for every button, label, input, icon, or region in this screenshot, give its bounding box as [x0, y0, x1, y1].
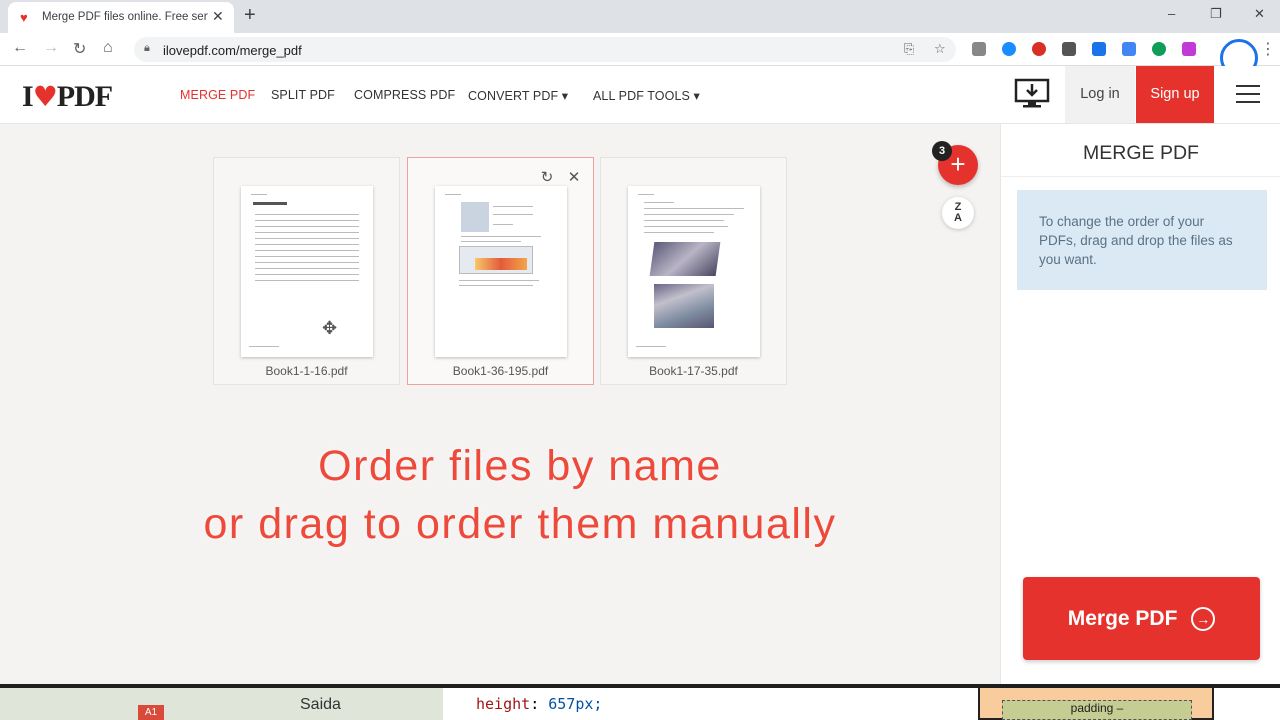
translate-icon[interactable]: ⎘ — [904, 41, 914, 57]
box-model-window: padding – — [958, 688, 1280, 720]
nav-compress-pdf[interactable]: COMPRESS PDF — [354, 88, 455, 102]
overlay-caption-line2: or drag to order them manually — [203, 500, 837, 548]
css-value: 657px; — [548, 695, 603, 713]
file-card[interactable]: Book1-17-35.pdf — [600, 157, 787, 385]
file-count-badge: 3 — [932, 141, 952, 161]
tab-close-icon[interactable]: ✕ — [212, 8, 224, 25]
box-model-padding: padding – — [1002, 700, 1192, 720]
sidebar: MERGE PDF To change the order of your PD… — [1000, 124, 1280, 684]
signup-button[interactable]: Sign up — [1136, 66, 1214, 123]
sort-a-label: A — [954, 212, 962, 224]
pdf-page-thumbnail — [241, 186, 373, 357]
map-route-pin: A1 — [138, 705, 164, 720]
sidebar-divider — [1001, 176, 1280, 177]
url-text: ilovepdf.com/merge_pdf — [163, 43, 302, 58]
minimize-button[interactable]: – — [1168, 6, 1175, 21]
back-arrow-icon[interactable]: ← — [12, 39, 28, 57]
nav-merge-pdf[interactable]: MERGE PDF — [180, 88, 255, 102]
pdf-page-thumbnail — [628, 186, 760, 357]
address-bar[interactable]: 🔒︎ ilovepdf.com/merge_pdf ⎘ ☆ — [134, 37, 956, 62]
rotate-icon[interactable]: ↻ — [536, 168, 558, 190]
file-card[interactable]: ✥ Book1-1-16.pdf — [213, 157, 400, 385]
shield-extension-icon[interactable] — [1062, 42, 1076, 56]
d-extension-icon[interactable] — [1182, 42, 1196, 56]
code-editor-window: height: 657px; — [443, 688, 958, 720]
move-cursor-icon: ✥ — [322, 318, 338, 338]
overlay-caption-line1: Order files by name — [318, 442, 722, 490]
heart-icon: ♥ — [32, 80, 58, 113]
drive-extension-icon[interactable] — [972, 42, 986, 56]
browser-tab-strip: ♥ Merge PDF files online. Free service ✕… — [0, 0, 1280, 33]
google-translate-extension-icon[interactable] — [1122, 42, 1136, 56]
hamburger-menu-icon[interactable] — [1236, 85, 1260, 105]
desktop-download-icon[interactable] — [1013, 78, 1051, 110]
arrow-circle-right-icon: → — [1191, 607, 1216, 632]
check-extension-icon[interactable] — [1092, 42, 1106, 56]
nav-convert-pdf[interactable]: CONVERT PDF ▾ — [468, 88, 568, 103]
browser-menu-icon[interactable]: ⋮ — [1260, 39, 1276, 59]
logo-text-pdf: PDF — [56, 80, 113, 113]
map-city-label: Saida — [300, 696, 341, 713]
file-name: Book1-17-35.pdf — [649, 364, 738, 378]
lock-icon: 🔒︎ — [144, 42, 150, 54]
css-line: height: 657px; — [476, 695, 603, 713]
nav-split-pdf[interactable]: SPLIT PDF — [271, 88, 335, 102]
browser-tab[interactable]: ♥ Merge PDF files online. Free service ✕ — [8, 2, 234, 33]
map-window: A1 Saida — [0, 688, 443, 720]
adblock-extension-icon[interactable] — [1032, 42, 1046, 56]
tab-title: Merge PDF files online. Free service — [42, 11, 208, 23]
bookmark-star-icon[interactable]: ☆ — [934, 41, 946, 57]
merge-pdf-label: Merge PDF — [1067, 607, 1178, 630]
login-button[interactable]: Log in — [1065, 66, 1135, 123]
close-window-button[interactable]: ✕ — [1254, 6, 1265, 22]
globe-extension-icon[interactable] — [1152, 42, 1166, 56]
file-card[interactable]: ↻ ✕ Book1-36-195.pdf — [407, 157, 594, 385]
nav-all-pdf-tools[interactable]: ALL PDF TOOLS ▾ — [593, 88, 700, 103]
restore-button[interactable]: ❐ — [1210, 6, 1222, 22]
home-icon[interactable]: ⌂ — [103, 39, 113, 57]
file-name: Book1-1-16.pdf — [265, 364, 348, 378]
ilovepdf-logo[interactable]: I♥PDF — [22, 80, 113, 114]
logo-text-i: I — [22, 80, 34, 113]
sort-by-name-button[interactable]: Z A — [942, 197, 974, 229]
browser-toolbar: ← → ↻ ⌂ 🔒︎ ilovepdf.com/merge_pdf ⎘ ☆ ⋮ — [0, 33, 1280, 77]
pdf-page-thumbnail — [435, 186, 567, 357]
new-tab-button[interactable]: + — [244, 4, 256, 27]
site-header: I♥PDF MERGE PDF SPLIT PDF COMPRESS PDF C… — [0, 66, 1280, 124]
file-name: Book1-36-195.pdf — [452, 364, 549, 378]
extension-blue-icon[interactable] — [1002, 42, 1016, 56]
css-property: height — [476, 695, 531, 713]
ilovepdf-favicon-icon: ♥ — [20, 10, 28, 25]
sidebar-title: MERGE PDF — [1083, 142, 1199, 164]
info-box: To change the order of your PDFs, drag a… — [1017, 190, 1267, 290]
remove-file-icon[interactable]: ✕ — [563, 168, 585, 190]
forward-arrow-icon[interactable]: → — [43, 39, 59, 57]
reload-icon[interactable]: ↻ — [73, 39, 86, 59]
merge-pdf-button[interactable]: Merge PDF → — [1023, 577, 1260, 660]
